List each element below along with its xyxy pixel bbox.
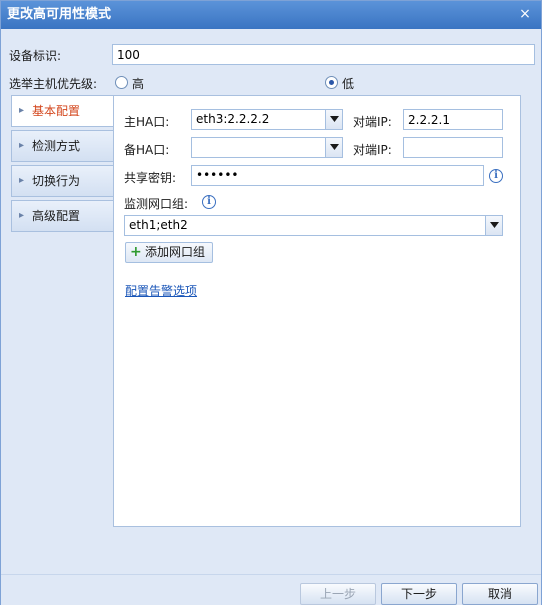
chevron-right-icon: ▸ (19, 175, 25, 186)
priority-high-label: 高 (132, 77, 145, 91)
cancel-button[interactable]: 取消 (462, 583, 538, 605)
priority-low-radio[interactable] (325, 76, 338, 89)
backup-ha-label: 备HA口: (124, 143, 170, 157)
monitor-group-select[interactable]: eth1;eth2 (124, 215, 503, 236)
close-icon[interactable]: × (517, 6, 533, 22)
next-button[interactable]: 下一步 (381, 583, 457, 605)
primary-ha-value: eth3:2.2.2.2 (196, 112, 270, 126)
info-icon[interactable]: i (202, 195, 216, 209)
chevron-right-icon: ▸ (19, 140, 25, 151)
monitor-group-value: eth1;eth2 (129, 218, 188, 232)
backup-ha-select[interactable] (191, 137, 343, 158)
chevron-down-icon[interactable] (325, 138, 342, 157)
configure-alert-link[interactable]: 配置告警选项 (125, 282, 197, 299)
chevron-right-icon: ▸ (19, 210, 25, 221)
nav-item-label: 基本配置 (32, 104, 81, 118)
info-icon[interactable]: i (489, 169, 503, 183)
dialog: 更改高可用性模式 × 设备标识: 选举主机优先级: 高 低 ▸ 基本配置 ▸ 检… (0, 0, 542, 605)
nav-item-basic[interactable]: ▸ 基本配置 (11, 95, 114, 127)
primary-ha-select[interactable]: eth3:2.2.2.2 (191, 109, 343, 130)
prev-button[interactable]: 上一步 (300, 583, 376, 605)
shared-key-label: 共享密钥: (124, 171, 177, 185)
nav-item-label: 高级配置 (32, 209, 81, 223)
priority-low-label: 低 (342, 77, 355, 91)
device-id-input[interactable] (112, 44, 535, 65)
chevron-right-icon: ▸ (19, 105, 25, 116)
backup-peer-ip-input[interactable] (403, 137, 503, 158)
add-port-group-button[interactable]: + 添加网口组 (125, 242, 213, 263)
chevron-down-icon[interactable] (325, 110, 342, 129)
nav-item-label: 切换行为 (32, 174, 81, 188)
side-nav: ▸ 基本配置 ▸ 检测方式 ▸ 切换行为 ▸ 高级配置 (11, 95, 114, 235)
dialog-body: 设备标识: 选举主机优先级: 高 低 ▸ 基本配置 ▸ 检测方式 ▸ 切换行为 … (1, 29, 541, 574)
shared-key-input[interactable]: •••••• (191, 165, 484, 186)
priority-high-radio[interactable] (115, 76, 128, 89)
backup-peer-ip-label: 对端IP: (353, 143, 392, 157)
chevron-down-icon[interactable] (485, 216, 502, 235)
primary-peer-ip-label: 对端IP: (353, 115, 392, 129)
nav-item-advanced[interactable]: ▸ 高级配置 (11, 200, 114, 232)
basic-config-panel: 主HA口: eth3:2.2.2.2 对端IP: 备HA口: 对端IP: 共享密… (113, 95, 521, 527)
primary-peer-ip-input[interactable] (403, 109, 503, 130)
primary-ha-label: 主HA口: (124, 115, 170, 129)
add-port-group-label: 添加网口组 (145, 245, 206, 259)
plus-icon: + (130, 244, 142, 260)
device-id-label: 设备标识: (9, 49, 62, 63)
dialog-title: 更改高可用性模式 (1, 1, 541, 29)
priority-label: 选举主机优先级: (9, 77, 98, 91)
nav-item-switch[interactable]: ▸ 切换行为 (11, 165, 114, 197)
nav-item-label: 检测方式 (32, 139, 81, 153)
dialog-footer: 上一步 下一步 取消 (1, 574, 541, 605)
monitor-group-label: 监测网口组: (124, 197, 189, 211)
nav-item-detection[interactable]: ▸ 检测方式 (11, 130, 114, 162)
